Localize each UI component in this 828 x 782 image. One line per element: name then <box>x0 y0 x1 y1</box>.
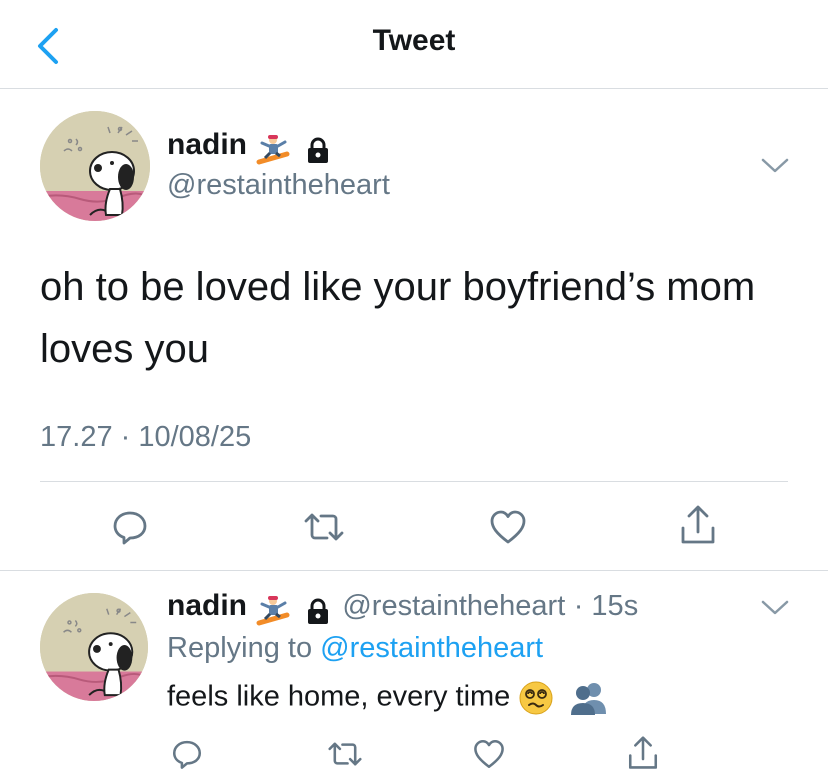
page-title: Tweet <box>372 24 456 57</box>
lock-icon <box>304 136 332 164</box>
display-name[interactable]: nadin <box>167 128 247 161</box>
reply-header-row: nadin @restaintheheart · 15s <box>167 589 639 626</box>
replying-to-line: Replying to @restaintheheart <box>167 632 543 665</box>
tweet-timestamp[interactable]: 17.27 · 10/08/25 <box>40 421 251 454</box>
retweet-icon[interactable] <box>302 507 346 547</box>
author-handle[interactable]: @restaintheheart <box>342 590 565 622</box>
header-bar: Tweet <box>0 0 828 89</box>
replying-to-handle[interactable]: @restaintheheart <box>320 632 543 664</box>
reply-icon[interactable] <box>170 737 204 771</box>
divider <box>40 481 788 482</box>
replying-to-label: Replying to <box>167 632 313 664</box>
author-handle[interactable]: @restaintheheart <box>167 169 390 202</box>
snowboarder-emoji-icon <box>255 593 291 629</box>
like-icon[interactable] <box>472 737 506 771</box>
tweet-time-ago: · 15s <box>573 590 639 622</box>
lock-icon <box>304 597 332 625</box>
chevron-down-icon[interactable] <box>760 157 790 175</box>
author-name-row: nadin <box>167 128 332 165</box>
tweet-text: oh to be loved like your boyfriend’s mom… <box>40 265 756 371</box>
like-icon[interactable] <box>488 507 528 547</box>
share-icon[interactable] <box>626 735 660 771</box>
chevron-down-icon[interactable] <box>760 599 790 617</box>
snoopy-avatar-icon <box>40 593 148 701</box>
reply-text: feels like home, every time <box>167 680 511 713</box>
avatar[interactable] <box>40 593 148 701</box>
retweet-icon[interactable] <box>326 737 364 771</box>
avatar[interactable] <box>40 111 150 221</box>
divider <box>0 570 828 571</box>
reply-text-row: feels like home, every time <box>167 680 610 716</box>
busts-emoji-icon <box>568 680 610 716</box>
snoopy-avatar-icon <box>40 111 150 221</box>
display-name[interactable]: nadin <box>167 589 247 622</box>
share-icon[interactable] <box>678 504 718 546</box>
reply-icon[interactable] <box>110 507 150 547</box>
dizzy-face-emoji-icon <box>518 680 554 716</box>
snowboarder-emoji-icon <box>255 132 291 168</box>
